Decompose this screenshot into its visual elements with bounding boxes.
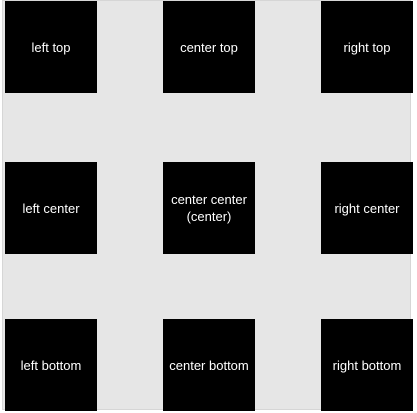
box-right-center: right center [321,162,413,254]
box-right-bottom: right bottom [321,319,413,411]
box-label: left bottom [20,357,82,373]
box-left-center: left center [5,162,97,254]
box-sublabel: (center) [186,209,232,224]
box-label: center center [171,192,247,207]
box-label: center bottom [169,357,249,373]
position-grid: left top center top right top left cente… [2,0,413,411]
box-center-center: center center (center) [163,162,255,254]
box-text-group: center center (center) [171,191,247,225]
box-left-top: left top [5,1,97,93]
box-label: left top [31,39,71,55]
box-label: right bottom [332,357,402,373]
box-left-bottom: left bottom [5,319,97,411]
box-label: center top [180,39,238,55]
box-center-bottom: center bottom [163,319,255,411]
box-label: right center [334,200,400,216]
box-label: right top [343,39,391,55]
box-right-top: right top [321,1,413,93]
box-center-top: center top [163,1,255,93]
box-label: left center [22,200,80,216]
